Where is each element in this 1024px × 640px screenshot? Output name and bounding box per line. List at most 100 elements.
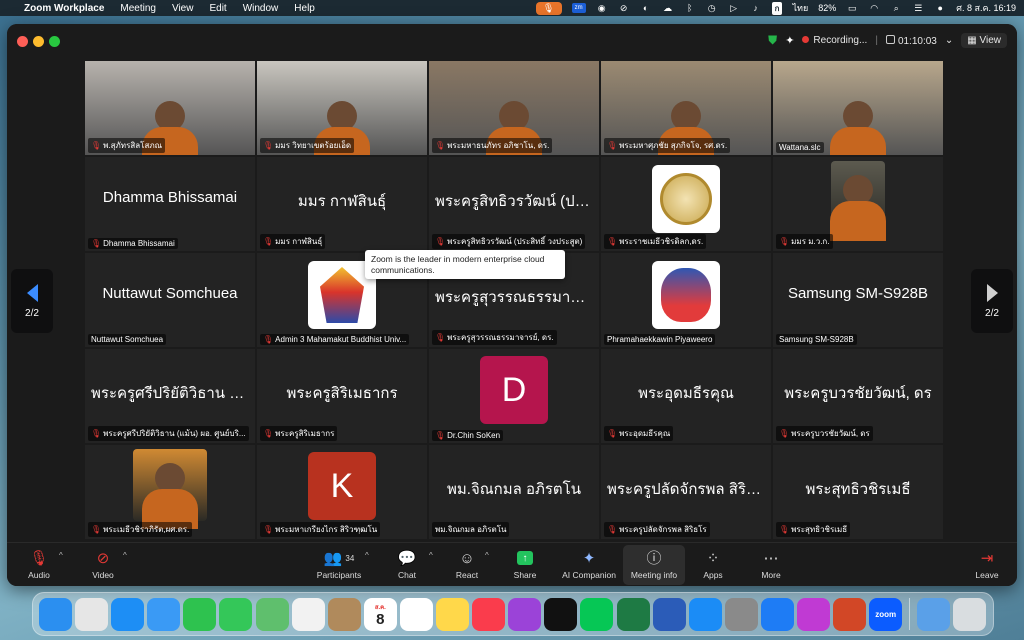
system-settings-icon[interactable] xyxy=(724,597,758,631)
night-mode-icon[interactable]: ◐ xyxy=(640,3,652,13)
participant-tile[interactable]: 🎙 มมร วิทยาเขตร้อยเอ็ด xyxy=(257,61,427,155)
fullscreen-window-button[interactable] xyxy=(49,36,60,47)
next-page-button[interactable]: 2/2 xyxy=(971,269,1013,333)
participant-tile[interactable]: พระครูศรีปริยัติวิธาน (แ... 🎙 พระครูศรีปริ… xyxy=(85,349,255,443)
feedback-icon[interactable] xyxy=(796,597,830,631)
meeting-timer[interactable]: 01:10:03 xyxy=(885,34,937,47)
wifi-icon[interactable]: ◠ xyxy=(868,3,880,13)
search-icon[interactable]: ⌕ xyxy=(890,3,902,13)
word-icon[interactable] xyxy=(652,597,686,631)
participant-tile[interactable]: Nuttawut Somchuea Nuttawut Somchuea xyxy=(85,253,255,347)
chat-button[interactable]: 💬 Chat xyxy=(379,545,435,585)
zoom-icon[interactable]: zoom xyxy=(869,597,903,631)
cloud-icon[interactable]: ☁ xyxy=(662,3,674,13)
contacts-icon[interactable] xyxy=(327,597,361,631)
input-source-icon[interactable]: ก xyxy=(771,1,783,15)
participant-tile[interactable]: 🎙 มมร ม.ว.ก. xyxy=(773,157,943,251)
participant-tile[interactable]: พระสุทธิวชิรเมธี 🎙 พระสุทธิวชิรเมธี xyxy=(773,445,943,539)
app-store-icon[interactable] xyxy=(688,597,722,631)
leave-button[interactable]: ⇥ Leave xyxy=(959,545,1015,585)
participant-tile[interactable]: พระครูสิทธิวรวัฒน์ (ประ... 🎙 พระครูสิทธิวร… xyxy=(429,157,599,251)
menu-clock[interactable]: ศ. 8 ส.ค. 16:19 xyxy=(956,1,1016,15)
mail-icon[interactable] xyxy=(147,597,181,631)
participant-tile[interactable]: Dhamma Bhissamai 🎙 Dhamma Bhissamai xyxy=(85,157,255,251)
participant-tile[interactable]: พม.จิณกมล อภิรตโน พม.จิณกมล อภิรตโน xyxy=(429,445,599,539)
music-icon[interactable] xyxy=(472,597,506,631)
participant-tile[interactable]: K 🎙 พระมหาเกรียงไกร สิริวฑฺฒโน xyxy=(257,445,427,539)
finder-icon[interactable] xyxy=(39,597,72,631)
line-icon[interactable] xyxy=(580,597,614,631)
safari-icon[interactable] xyxy=(111,597,145,631)
podcasts-icon[interactable] xyxy=(508,597,542,631)
participant-tile[interactable]: 🎙 พระมหาศุภชัย สุภกิจโจ, รศ.ดร. xyxy=(601,61,771,155)
microphone-in-use-icon[interactable]: 🎙 xyxy=(535,1,562,15)
notes-icon[interactable] xyxy=(436,597,470,631)
recording-label: Recording... xyxy=(813,35,868,46)
view-button[interactable]: ▦ View xyxy=(961,33,1007,48)
photos-icon[interactable] xyxy=(291,597,325,631)
encryption-shield-icon[interactable]: ⛊ xyxy=(768,33,777,48)
menu-window[interactable]: Window xyxy=(243,3,279,14)
audio-options-caret-icon[interactable]: ^ xyxy=(59,551,63,560)
previous-page-button[interactable]: 2/2 xyxy=(11,269,53,333)
launchpad-icon[interactable] xyxy=(75,597,109,631)
menu-help[interactable]: Help xyxy=(294,3,315,14)
battery-percent[interactable]: 82% xyxy=(818,3,836,13)
timer-chevron-icon[interactable]: ⌄ xyxy=(945,35,953,46)
participant-tile[interactable]: พระครูบวรชัยวัฒน์, ดร 🎙 พระครูบวรชัยวัฒน์,… xyxy=(773,349,943,443)
messages-icon[interactable] xyxy=(219,597,253,631)
input-language[interactable]: ไทย xyxy=(792,1,808,15)
participant-tile[interactable]: 🎙 พระราชเมธีวชิรดิลก,ดร. xyxy=(601,157,771,251)
participant-tile[interactable]: 🎙 พ.สุภัทรสิลโสภณ xyxy=(85,61,255,155)
menu-app-name[interactable]: Zoom Workplace xyxy=(24,3,104,14)
close-window-button[interactable] xyxy=(17,36,28,47)
participant-tile[interactable]: Samsung SM-S928B Samsung SM-S928B xyxy=(773,253,943,347)
reminders-icon[interactable] xyxy=(399,597,433,631)
muted-microphone-icon: 🎙 xyxy=(607,141,618,150)
line-tray-icon[interactable]: ◉ xyxy=(596,3,608,13)
participants-button[interactable]: 👥 34 Participants xyxy=(307,545,371,585)
powerpoint-icon[interactable] xyxy=(833,597,867,631)
participant-tile[interactable]: มมร กาฬสินธุ์ 🎙 มมร กาฬสินธุ์ xyxy=(257,157,427,251)
apps-button[interactable]: ⁘ Apps xyxy=(685,545,741,585)
bluetooth-icon[interactable]: ᛒ xyxy=(684,3,696,13)
participant-tile[interactable]: 🎙 พระมหาธนภัทร อภิชาโน, ดร. xyxy=(429,61,599,155)
chat-options-caret-icon[interactable]: ^ xyxy=(429,551,433,560)
play-icon[interactable]: ▷ xyxy=(728,3,740,13)
participant-tile[interactable]: พระอุดมธีรคุณ 🎙 พระอุดมธีรคุณ xyxy=(601,349,771,443)
participant-tile[interactable]: 🎙 พระเมธีวชิราภิรัต,ผศ.ดร. xyxy=(85,445,255,539)
react-options-caret-icon[interactable]: ^ xyxy=(485,551,489,560)
maps-icon[interactable] xyxy=(255,597,289,631)
menu-edit[interactable]: Edit xyxy=(209,3,226,14)
participant-tile[interactable]: Wattana.slc xyxy=(773,61,943,155)
calendar-icon[interactable]: ส.ค. 8 xyxy=(363,597,397,631)
menu-meeting[interactable]: Meeting xyxy=(120,3,156,14)
trash-icon[interactable] xyxy=(953,597,987,631)
more-button[interactable]: ⋯ More xyxy=(743,545,799,585)
calendar-day: 8 xyxy=(376,610,385,628)
control-center-icon[interactable]: ☰ xyxy=(912,3,924,13)
ai-sparkle-icon[interactable]: ✦ xyxy=(785,34,794,47)
ai-companion-button[interactable]: ✦ AI Companion xyxy=(555,545,623,585)
recording-indicator[interactable]: Recording... xyxy=(802,35,867,46)
video-options-caret-icon[interactable]: ^ xyxy=(123,551,127,560)
participant-tile[interactable]: D 🎙 Dr.Chin SoKen xyxy=(429,349,599,443)
volume-icon[interactable]: ♪ xyxy=(750,3,762,13)
participants-options-caret-icon[interactable]: ^ xyxy=(365,551,369,560)
apple-tv-icon[interactable] xyxy=(544,597,578,631)
meeting-info-button[interactable]: ⓘ Meeting info xyxy=(623,545,685,585)
messenger-icon[interactable] xyxy=(760,597,794,631)
participant-tile[interactable]: Phramahaekkawin Piyaweero xyxy=(601,253,771,347)
zoom-tray-icon[interactable]: zm xyxy=(571,3,586,13)
participant-tile[interactable]: พระครูสิริเมธากร 🎙 พระครูสิริเมธากร xyxy=(257,349,427,443)
minimize-window-button[interactable] xyxy=(33,36,44,47)
downloads-icon[interactable] xyxy=(917,597,951,631)
share-button[interactable]: ↑ Share xyxy=(497,545,553,585)
time-machine-icon[interactable]: ◷ xyxy=(706,3,718,13)
menu-view[interactable]: View xyxy=(172,3,194,14)
siri-icon[interactable]: ● xyxy=(934,3,946,13)
facetime-icon[interactable] xyxy=(183,597,217,631)
focus-icon[interactable]: ⊘ xyxy=(618,3,630,13)
participant-tile[interactable]: พระครูปลัดจักรพล สิริธโร 🎙 พระครูปลัดจักรพ… xyxy=(601,445,771,539)
excel-icon[interactable] xyxy=(616,597,650,631)
